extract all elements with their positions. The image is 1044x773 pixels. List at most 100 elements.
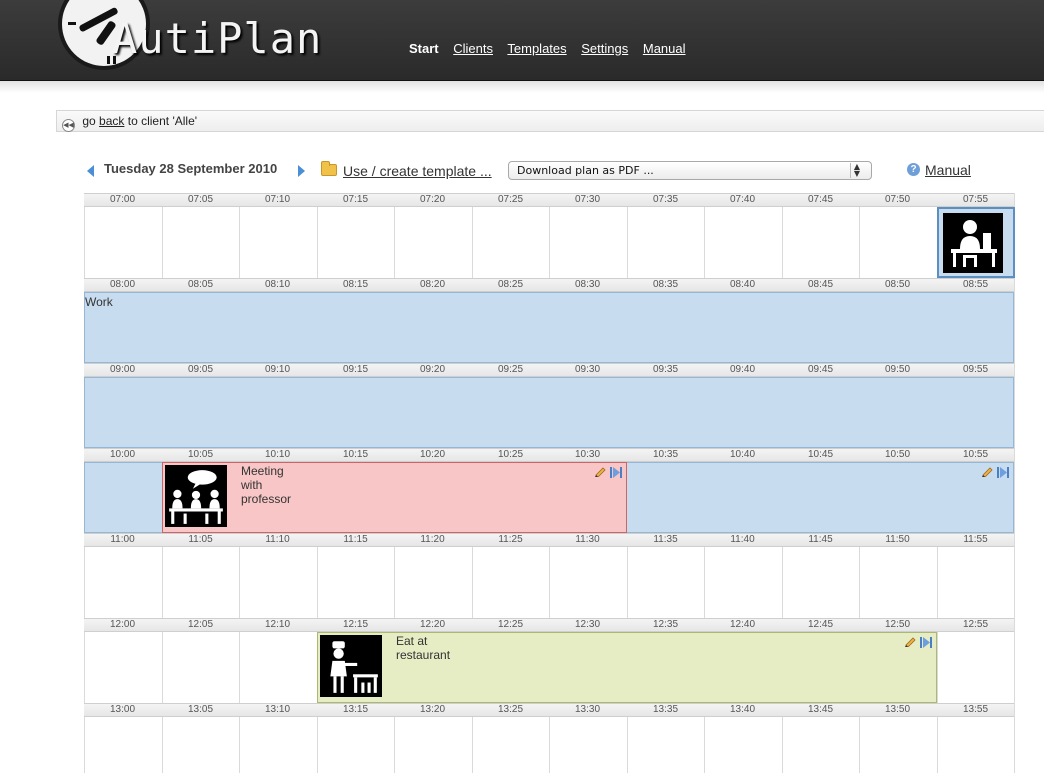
time-label: 09:35 <box>652 364 679 375</box>
manual-link[interactable]: Manual <box>925 162 971 178</box>
time-label: 11:00 <box>110 534 135 545</box>
time-label: 10:30 <box>574 449 601 460</box>
nav-settings[interactable]: Settings <box>581 41 628 56</box>
time-label: 13:10 <box>264 704 291 715</box>
time-label: 12:45 <box>807 619 834 630</box>
time-label: 09:45 <box>807 364 834 375</box>
time-label: 10:10 <box>264 449 291 460</box>
time-label: 10:55 <box>962 449 989 460</box>
edit-pencil-icon[interactable] <box>981 466 994 477</box>
time-label: 12:05 <box>187 619 214 630</box>
time-label: 12:20 <box>419 619 446 630</box>
time-label: 10:25 <box>497 449 524 460</box>
hour-bar: 12:00 12:05 12:10 12:15 12:20 12:25 12:30 12:35… <box>84 618 1014 632</box>
time-label: 07:20 <box>419 194 446 205</box>
download-pdf-select[interactable]: Download plan as PDF ... ▲ ▼ <box>508 161 872 180</box>
back-prefix: go <box>82 114 96 128</box>
time-label: 09:00 <box>109 364 136 375</box>
app-header: AutiPlan Start Clients Templates Setting… <box>0 0 1044 81</box>
meeting-picture <box>165 465 227 527</box>
skip-forward-icon[interactable] <box>610 467 622 478</box>
time-label: 12:00 <box>109 619 136 630</box>
time-label: 07:25 <box>497 194 524 205</box>
time-label: 12:40 <box>729 619 756 630</box>
time-label: 09:15 <box>342 364 369 375</box>
edit-pencil-icon[interactable] <box>904 636 917 647</box>
time-label: 10:40 <box>729 449 756 460</box>
time-label: 11:55 <box>963 534 988 545</box>
time-label: 08:30 <box>574 279 601 290</box>
hour-bar: 09:00 09:05 09:10 09:15 09:20 09:25 09:30 09:35… <box>84 363 1014 377</box>
work-block-continued[interactable] <box>84 377 1014 448</box>
time-label: 13:40 <box>729 704 756 715</box>
next-day-icon[interactable] <box>298 165 305 177</box>
time-label: 09:10 <box>264 364 291 375</box>
meeting-title-line: Meeting <box>241 464 284 478</box>
time-label: 10:20 <box>419 449 446 460</box>
nav-start[interactable]: Start <box>409 41 439 56</box>
nav-manual[interactable]: Manual <box>643 41 686 56</box>
time-label: 11:30 <box>575 534 600 545</box>
edit-pencil-icon[interactable] <box>594 466 607 477</box>
skip-forward-icon[interactable] <box>920 637 932 648</box>
help-icon[interactable]: ? <box>907 163 920 176</box>
back-bar: ◀◀ go back to client 'Alle' <box>56 110 1044 132</box>
time-label: 12:10 <box>264 619 291 630</box>
time-label: 12:30 <box>574 619 601 630</box>
back-link[interactable]: back <box>99 114 124 128</box>
time-label: 13:25 <box>497 704 524 715</box>
rewind-icon[interactable]: ◀◀ <box>62 119 75 132</box>
day-timeline-grid: 07:00 07:05 07:10 07:15 07:20 07:25 07:30 07:35… <box>84 193 1015 773</box>
back-suffix: to client 'Alle' <box>127 114 198 128</box>
use-create-template-link[interactable]: Use / create template ... <box>343 163 492 179</box>
time-label: 08:40 <box>729 279 756 290</box>
time-label: 10:05 <box>187 449 214 460</box>
time-label: 07:45 <box>807 194 834 205</box>
time-label: 11:15 <box>343 534 368 545</box>
time-label: 11:20 <box>420 534 445 545</box>
time-label: 07:15 <box>342 194 369 205</box>
time-label: 08:50 <box>884 279 911 290</box>
hour-bar: 07:00 07:05 07:10 07:15 07:20 07:25 07:30 07:35… <box>84 193 1014 207</box>
main-nav: Start Clients Templates Settings Manual <box>409 41 697 56</box>
time-label: 08:45 <box>807 279 834 290</box>
desk-activity-block[interactable] <box>937 207 1015 278</box>
time-label: 07:10 <box>264 194 291 205</box>
time-label: 07:05 <box>187 194 214 205</box>
work-block[interactable]: Work <box>84 292 1014 363</box>
time-label: 10:45 <box>807 449 834 460</box>
time-label: 08:55 <box>962 279 989 290</box>
restaurant-title: Eat at restaurant <box>396 634 450 662</box>
time-label: 09:40 <box>729 364 756 375</box>
time-label: 10:50 <box>884 449 911 460</box>
time-label: 07:35 <box>652 194 679 205</box>
time-label: 07:00 <box>109 194 136 205</box>
time-label: 13:15 <box>342 704 369 715</box>
time-label: 10:15 <box>342 449 369 460</box>
meeting-block[interactable]: Meeting with professor <box>162 462 627 533</box>
time-label: 09:05 <box>187 364 214 375</box>
time-label: 08:20 <box>419 279 446 290</box>
nav-clients[interactable]: Clients <box>453 41 493 56</box>
time-label: 12:50 <box>884 619 911 630</box>
time-label: 11:35 <box>653 534 678 545</box>
time-label: 11:45 <box>808 534 833 545</box>
time-label: 10:00 <box>109 449 136 460</box>
time-label: 09:20 <box>419 364 446 375</box>
time-label: 08:10 <box>264 279 291 290</box>
restaurant-block[interactable]: Eat at restaurant <box>317 632 937 703</box>
time-label: 08:35 <box>652 279 679 290</box>
select-arrows-icon: ▲ ▼ <box>850 163 863 178</box>
time-label: 09:25 <box>497 364 524 375</box>
time-label: 11:50 <box>885 534 910 545</box>
time-label: 11:10 <box>265 534 290 545</box>
restaurant-title-line: Eat at <box>396 634 428 648</box>
skip-forward-icon[interactable] <box>997 467 1009 478</box>
previous-day-icon[interactable] <box>87 165 94 177</box>
pdf-select-value: Download plan as PDF ... <box>517 164 654 177</box>
time-label: 07:55 <box>962 194 989 205</box>
nav-templates[interactable]: Templates <box>507 41 566 56</box>
time-label: 07:40 <box>729 194 756 205</box>
time-label: 13:30 <box>574 704 601 715</box>
template-folder-icon[interactable] <box>321 161 337 176</box>
